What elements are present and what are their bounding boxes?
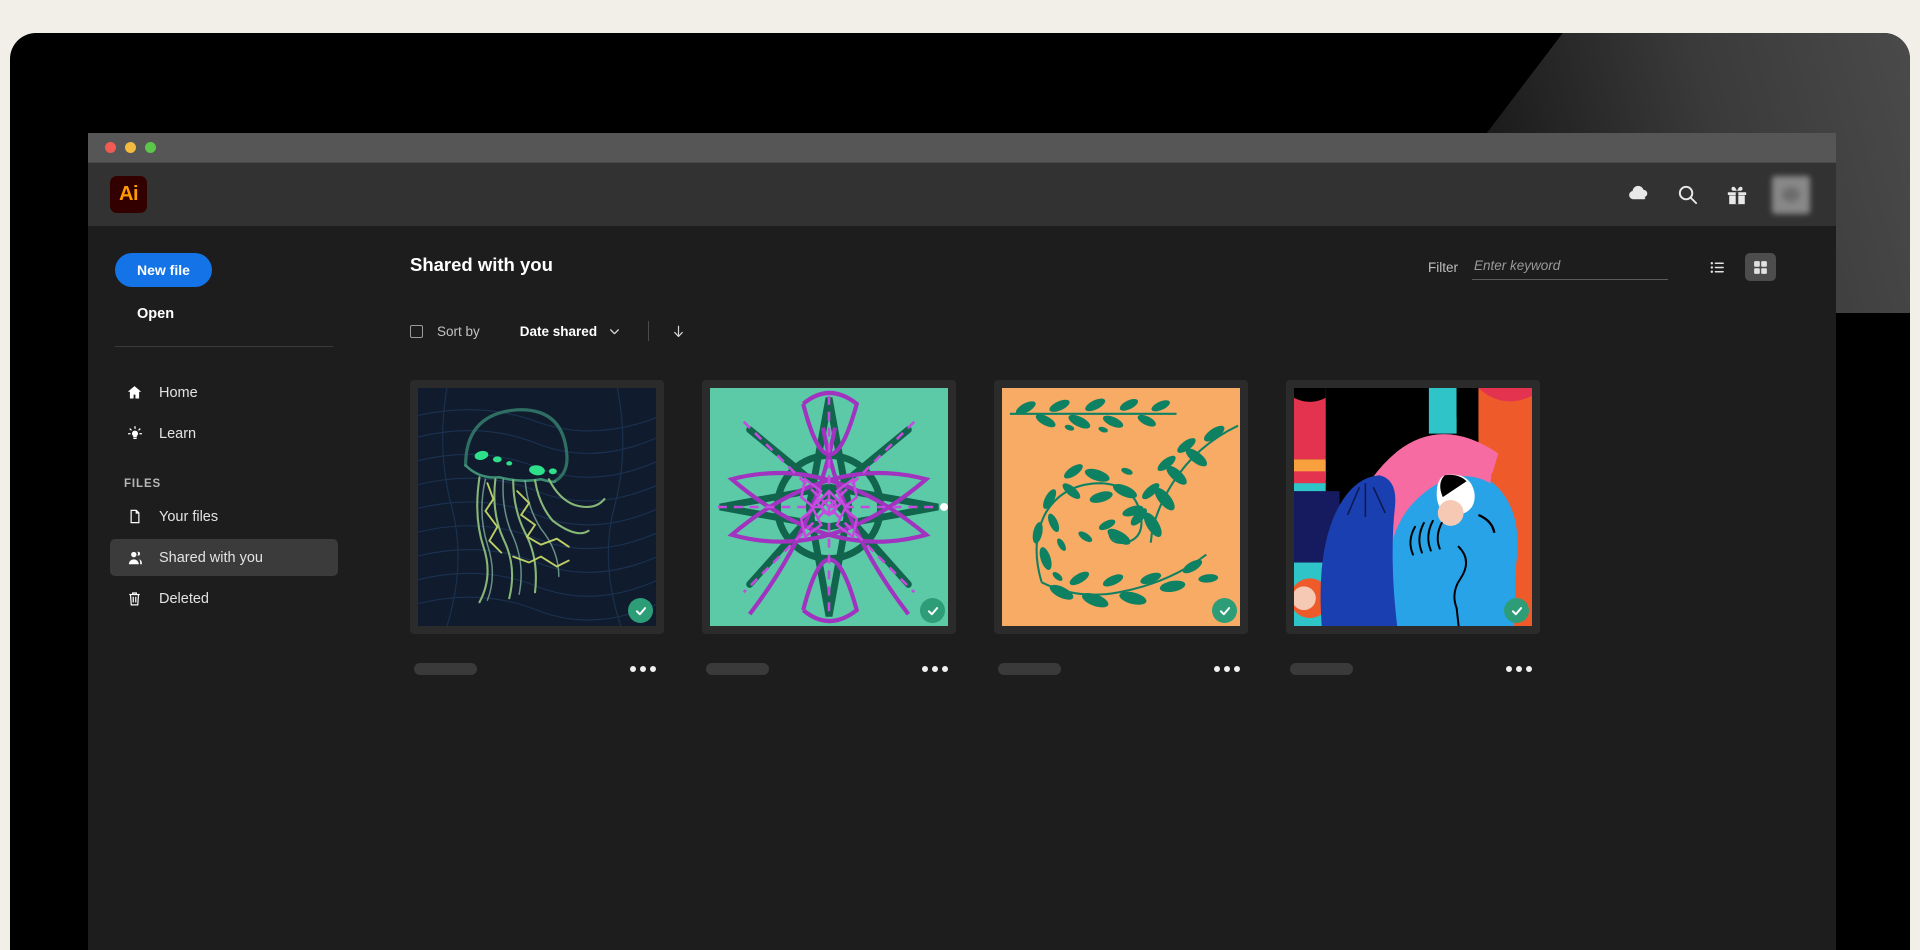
card-more-options-button[interactable] — [1502, 662, 1536, 676]
file-name-placeholder — [414, 663, 477, 675]
page-root: Ai — [0, 0, 1920, 950]
new-file-button[interactable]: New file — [115, 253, 212, 287]
trash-icon — [124, 590, 145, 607]
thumbnail-frame[interactable] — [410, 380, 664, 634]
filter-input[interactable] — [1472, 255, 1668, 280]
device-frame: Ai — [10, 33, 1910, 950]
sidebar-nav-top: Home — [110, 374, 338, 452]
app-header: Ai — [88, 163, 1836, 226]
shared-check-icon — [1504, 598, 1529, 623]
card-footer — [994, 662, 1248, 676]
sort-by-label: Sort by — [437, 324, 480, 339]
select-all-checkbox[interactable] — [410, 325, 423, 338]
sidebar-item-learn[interactable]: Learn — [110, 415, 338, 452]
main-top-row: Shared with you Filter — [410, 248, 1776, 281]
sort-row: Sort by Date shared — [410, 318, 1776, 344]
file-card[interactable] — [410, 380, 664, 676]
artwork-mandala-flower — [710, 388, 948, 626]
sidebar-item-label: Learn — [159, 426, 196, 442]
home-icon — [124, 384, 145, 401]
sidebar-item-home[interactable]: Home — [110, 374, 338, 411]
file-card[interactable] — [994, 380, 1248, 676]
thumbnail-frame[interactable] — [702, 380, 956, 634]
file-name-placeholder — [1290, 663, 1353, 675]
filter-cluster: Filter — [1428, 248, 1776, 281]
sidebar-item-shared-with-you[interactable]: Shared with you — [110, 539, 338, 576]
view-toggle-group — [1690, 253, 1776, 281]
open-button[interactable]: Open — [110, 296, 338, 332]
card-more-options-button[interactable] — [1210, 662, 1244, 676]
document-icon — [124, 508, 145, 525]
window-titlebar — [88, 133, 1836, 163]
sidebar-section-files: FILES — [110, 478, 338, 490]
app-body: New file Open Home — [88, 226, 1836, 950]
window-minimize-button[interactable] — [125, 142, 136, 153]
illustrator-app-window: Ai — [88, 133, 1836, 950]
artwork-portrait-collage — [1294, 388, 1532, 626]
sort-direction-icon[interactable] — [671, 323, 686, 340]
sidebar: New file Open Home — [88, 226, 360, 950]
list-view-button[interactable] — [1702, 253, 1733, 281]
lightbulb-icon — [124, 425, 145, 443]
card-footer — [410, 662, 664, 676]
artwork-jellyfish — [418, 388, 656, 626]
file-card[interactable] — [702, 380, 956, 676]
cloud-icon[interactable] — [1620, 178, 1654, 212]
search-icon[interactable] — [1670, 178, 1704, 212]
sidebar-divider — [115, 346, 333, 347]
file-card-grid — [410, 380, 1776, 676]
window-maximize-button[interactable] — [145, 142, 156, 153]
sort-separator — [648, 321, 649, 341]
card-more-options-button[interactable] — [918, 662, 952, 676]
sidebar-item-label: Shared with you — [159, 550, 263, 566]
card-footer — [1286, 662, 1540, 676]
illustrator-logo[interactable]: Ai — [110, 176, 147, 213]
shared-check-icon — [920, 598, 945, 623]
grid-view-button[interactable] — [1745, 253, 1776, 281]
card-footer — [702, 662, 956, 676]
avatar[interactable] — [1772, 176, 1810, 214]
file-name-placeholder — [998, 663, 1061, 675]
sidebar-item-label: Deleted — [159, 591, 209, 607]
gift-icon[interactable] — [1720, 178, 1754, 212]
sidebar-item-deleted[interactable]: Deleted — [110, 580, 338, 617]
page-title: Shared with you — [410, 248, 553, 276]
sidebar-item-label: Home — [159, 385, 198, 401]
sidebar-item-your-files[interactable]: Your files — [110, 498, 338, 535]
sidebar-item-label: Your files — [159, 509, 218, 525]
shared-check-icon — [1212, 598, 1237, 623]
main-content: Shared with you Filter — [360, 226, 1836, 950]
person-icon — [124, 549, 145, 567]
thumbnail-frame[interactable] — [994, 380, 1248, 634]
artwork-leaf-vines — [1002, 388, 1240, 626]
file-name-placeholder — [706, 663, 769, 675]
filter-label: Filter — [1428, 260, 1458, 275]
card-more-options-button[interactable] — [626, 662, 660, 676]
sort-dropdown-value[interactable]: Date shared — [520, 324, 597, 339]
thumbnail-frame[interactable] — [1286, 380, 1540, 634]
window-close-button[interactable] — [105, 142, 116, 153]
shared-check-icon — [628, 598, 653, 623]
chevron-down-icon[interactable] — [608, 325, 621, 338]
file-card[interactable] — [1286, 380, 1540, 676]
